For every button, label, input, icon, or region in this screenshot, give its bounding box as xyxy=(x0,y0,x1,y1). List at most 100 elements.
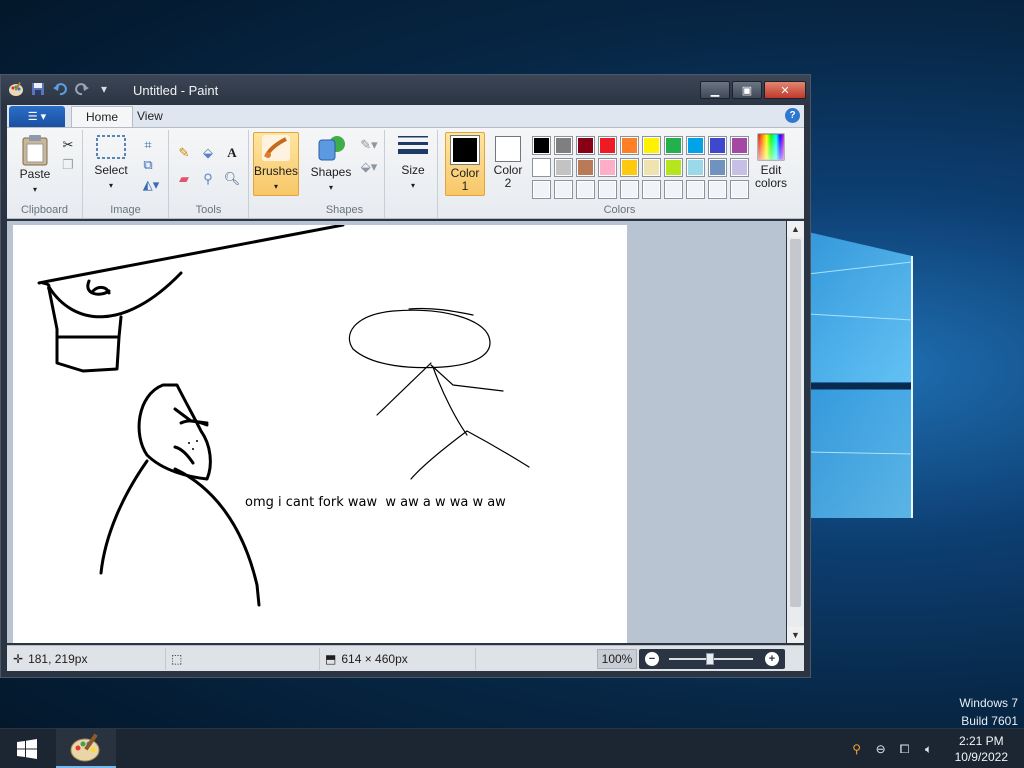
palette-swatch[interactable] xyxy=(554,136,573,155)
redo-icon[interactable] xyxy=(73,80,91,98)
cut-icon[interactable]: ✂ xyxy=(59,136,77,154)
undo-icon[interactable] xyxy=(51,80,69,98)
palette-swatch[interactable] xyxy=(664,136,683,155)
eraser-icon[interactable]: ▰ xyxy=(175,170,193,188)
zoom-slider-thumb[interactable] xyxy=(706,653,714,665)
rotate-icon[interactable]: ◭▾ xyxy=(139,176,163,194)
size-button[interactable]: Size ▾ xyxy=(391,132,435,192)
scroll-up-icon[interactable]: ▲ xyxy=(787,221,804,237)
size-dropdown-icon: ▾ xyxy=(410,181,415,190)
scroll-thumb[interactable] xyxy=(790,239,801,607)
copy-icon[interactable]: ❐ xyxy=(59,156,77,174)
text-tool-icon[interactable]: A xyxy=(223,144,241,162)
pencil-icon[interactable]: ✎ xyxy=(175,144,193,162)
help-icon[interactable]: ? xyxy=(785,108,800,123)
palette-swatch[interactable] xyxy=(686,136,705,155)
palette-swatch[interactable] xyxy=(554,158,573,177)
cursor-position: ✛ 181, 219px xyxy=(13,652,87,666)
start-button[interactable] xyxy=(0,729,54,768)
palette-swatch[interactable] xyxy=(598,180,617,199)
fill-icon[interactable]: ⬙ xyxy=(199,144,217,162)
palette-swatch[interactable] xyxy=(598,158,617,177)
palette-swatch-color xyxy=(666,160,681,175)
palette-swatch[interactable] xyxy=(620,136,639,155)
close-button[interactable]: ✕ xyxy=(764,81,806,99)
color-picker-icon[interactable]: ⚲ xyxy=(199,170,217,188)
clipboard-group: Paste ▾ ✂ ❐ Clipboard xyxy=(7,130,83,218)
clock[interactable]: 2:21 PM 10/9/2022 xyxy=(955,733,1008,765)
palette-swatch[interactable] xyxy=(642,158,661,177)
palette-swatch[interactable] xyxy=(554,180,573,199)
palette-swatch[interactable] xyxy=(730,136,749,155)
clipboard-group-label: Clipboard xyxy=(20,204,69,216)
palette-swatch[interactable] xyxy=(664,180,683,199)
zoom-in-icon[interactable]: + xyxy=(765,652,779,666)
select-button[interactable]: Select ▾ xyxy=(89,134,133,192)
paint-app-icon[interactable] xyxy=(7,80,25,98)
file-menu-button[interactable]: ☰ ▾ xyxy=(9,106,65,127)
palette-swatch-color xyxy=(666,138,681,153)
shapes-button[interactable]: Shapes ▾ xyxy=(309,134,353,194)
palette-swatch[interactable] xyxy=(642,180,661,199)
palette-swatch[interactable] xyxy=(730,158,749,177)
tab-view[interactable]: View xyxy=(123,106,177,127)
palette-swatch[interactable] xyxy=(686,158,705,177)
palette-swatch[interactable] xyxy=(532,180,551,199)
zoom-out-icon[interactable]: − xyxy=(645,652,659,666)
drawing-canvas[interactable]: omg i cant fork waw w aw a w wa w aw xyxy=(13,225,627,643)
paste-label: Paste xyxy=(19,167,51,181)
scroll-down-icon[interactable]: ▼ xyxy=(787,627,804,643)
minimize-button[interactable]: ▁ xyxy=(700,81,730,99)
palette-swatch[interactable] xyxy=(532,158,551,177)
cursor-position-icon: ✛ xyxy=(13,652,24,666)
paste-button[interactable]: Paste ▾ xyxy=(15,134,55,196)
paint-window: ▾ Untitled - Paint ▁ ▣ ✕ ☰ ▾ Home View ?… xyxy=(0,74,811,678)
palette-swatch-color xyxy=(688,160,703,175)
palette-swatch[interactable] xyxy=(620,158,639,177)
vertical-scrollbar[interactable]: ▲ ▼ xyxy=(787,221,804,643)
palette-swatch[interactable] xyxy=(642,136,661,155)
volume-icon[interactable]: 🔈︎ xyxy=(921,741,937,757)
title-bar[interactable]: ▾ Untitled - Paint ▁ ▣ ✕ xyxy=(1,75,810,105)
palette-swatch[interactable] xyxy=(664,158,683,177)
palette-swatch[interactable] xyxy=(576,158,595,177)
palette-swatch[interactable] xyxy=(532,136,551,155)
palette-swatch[interactable] xyxy=(576,180,595,199)
customize-qat-icon[interactable]: ▾ xyxy=(95,80,113,98)
maximize-button[interactable]: ▣ xyxy=(732,81,762,99)
shapes-icon xyxy=(318,136,345,161)
palette-swatch-color xyxy=(578,182,593,197)
close-icon: ✕ xyxy=(780,84,790,97)
palette-swatch-color xyxy=(710,138,725,153)
image-size-text: 614 × 460px xyxy=(341,652,408,666)
palette-swatch[interactable] xyxy=(708,180,727,199)
palette-swatch[interactable] xyxy=(620,180,639,199)
palette-swatch-color xyxy=(732,160,747,175)
network-icon[interactable]: ⧠ xyxy=(897,741,913,757)
palette-swatch[interactable] xyxy=(730,180,749,199)
resize-icon[interactable]: ⧉ xyxy=(139,156,157,174)
palette-swatch[interactable] xyxy=(686,180,705,199)
edit-colors-button[interactable]: Edit colors xyxy=(751,132,791,190)
taskbar-paint-button[interactable] xyxy=(56,729,116,768)
quick-access-toolbar: ▾ xyxy=(7,80,113,98)
tools-group-label: Tools xyxy=(195,204,222,216)
palette-swatch[interactable] xyxy=(576,136,595,155)
brushes-button[interactable]: Brushes ▾ xyxy=(253,132,299,196)
magnifier-icon[interactable]: 🔍︎ xyxy=(223,170,241,188)
selection-size: ⬚ xyxy=(171,652,182,666)
action-center-icon[interactable]: ⊖ xyxy=(873,741,889,757)
palette-swatch[interactable] xyxy=(708,158,727,177)
outline-icon[interactable]: ✎▾ xyxy=(357,136,381,154)
crop-icon[interactable]: ⌗ xyxy=(139,136,157,154)
save-icon[interactable] xyxy=(29,80,47,98)
shape-fill-icon[interactable]: ⬙▾ xyxy=(357,158,381,176)
palette-swatch[interactable] xyxy=(708,136,727,155)
size-label: Size xyxy=(401,163,425,177)
palette-swatch[interactable] xyxy=(598,136,617,155)
search-icon[interactable]: ⚲ xyxy=(849,741,865,757)
palette-swatch-color xyxy=(556,160,571,175)
window-title: Untitled - Paint xyxy=(133,83,219,98)
clock-time: 2:21 PM xyxy=(958,734,1004,748)
image-group-label: Image xyxy=(110,204,141,216)
